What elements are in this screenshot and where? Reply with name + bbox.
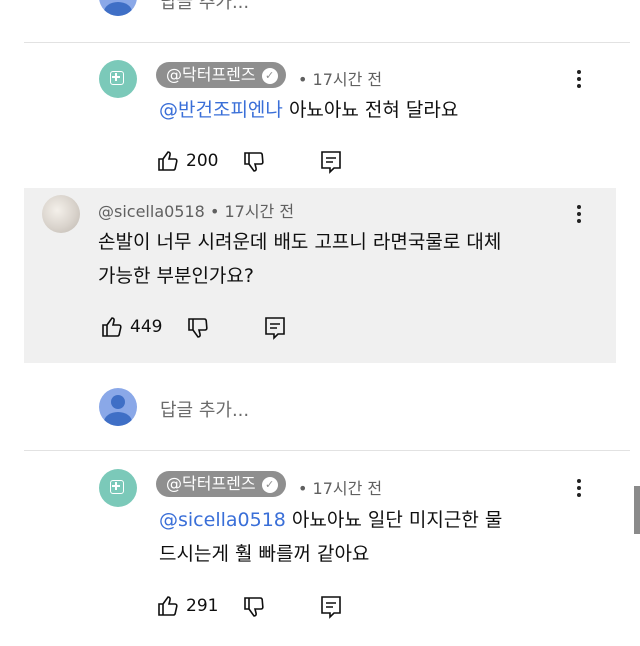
like-count: 200 (186, 151, 219, 171)
author-chip[interactable]: @닥터프렌즈 ✓ (156, 471, 286, 497)
comment-time: • 17시간 전 (298, 479, 383, 498)
more-options-icon[interactable] (577, 70, 581, 91)
hospital-icon (110, 480, 124, 494)
user-avatar (99, 388, 137, 426)
divider (24, 450, 630, 451)
dislike-icon[interactable] (186, 316, 210, 340)
reply-input-top[interactable]: 답글 추가... (160, 0, 249, 14)
like-icon[interactable] (100, 315, 124, 339)
verified-check-icon: ✓ (261, 477, 278, 493)
comment-line-2: 드시는게 훨 빠를꺼 같아요 (159, 543, 370, 565)
more-options-icon[interactable] (577, 205, 581, 226)
author-name[interactable]: @sicella0518 • 17시간 전 (98, 198, 294, 222)
like-count: 291 (186, 596, 219, 616)
comment-line-2: 가능한 부분인가요? (98, 265, 254, 287)
scrollbar-thumb[interactable] (634, 486, 640, 534)
comment-body: 아뇨아뇨 전혀 달라요 (288, 99, 459, 121)
divider (24, 42, 630, 43)
verified-check-icon: ✓ (261, 68, 278, 84)
author-name: @닥터프렌즈 (166, 65, 256, 84)
reply-icon[interactable] (320, 150, 342, 174)
like-icon[interactable] (156, 594, 180, 618)
author-chip[interactable]: @닥터프렌즈 ✓ (156, 62, 286, 88)
like-count: 449 (130, 317, 163, 337)
dislike-icon[interactable] (242, 150, 266, 174)
like-icon[interactable] (156, 149, 180, 173)
comment-text: @반건조피엔나 아뇨아뇨 전혀 달라요 (159, 94, 458, 126)
author-name: @닥터프렌즈 (166, 474, 256, 493)
user-avatar[interactable] (42, 195, 80, 233)
mention-link[interactable]: @sicella0518 (159, 509, 286, 531)
user-avatar-top (99, 0, 137, 16)
channel-avatar[interactable] (99, 60, 137, 98)
more-options-icon[interactable] (577, 479, 581, 500)
reply-icon[interactable] (264, 316, 286, 340)
hospital-icon (110, 71, 124, 85)
comment-line-1: @sicella0518 아뇨아뇨 일단 미지근한 물 (159, 504, 502, 536)
mention-link[interactable]: @반건조피엔나 (159, 99, 283, 121)
comment-time: • 17시간 전 (298, 70, 383, 89)
comment-line-1: 손발이 너무 시려운데 배도 고프니 라면국물로 대체 (98, 231, 502, 253)
channel-avatar[interactable] (99, 469, 137, 507)
reply-icon[interactable] (320, 595, 342, 619)
comment-time: • 17시간 전 (209, 202, 295, 221)
reply-input[interactable]: 답글 추가... (160, 396, 249, 422)
dislike-icon[interactable] (242, 595, 266, 619)
comment-body: 아뇨아뇨 일단 미지근한 물 (291, 509, 503, 531)
